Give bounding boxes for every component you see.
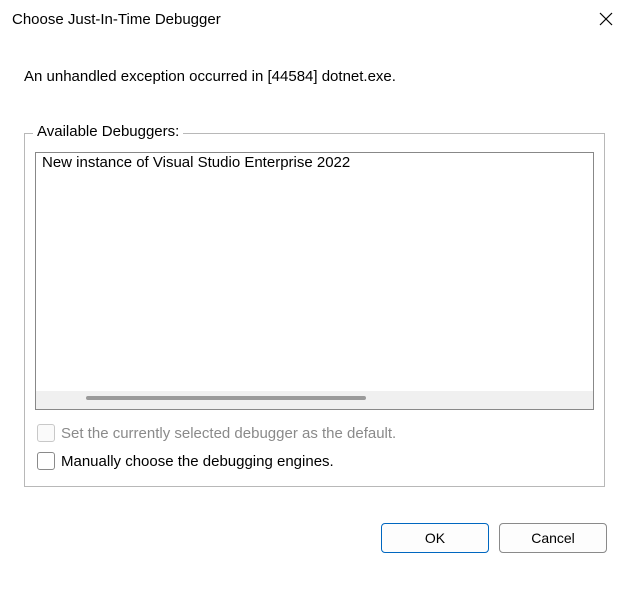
debuggers-fieldset: Available Debuggers: New instance of Vis…	[24, 133, 605, 487]
ok-button[interactable]: OK	[381, 523, 489, 553]
horizontal-scrollbar[interactable]	[36, 391, 593, 409]
manual-engines-label: Manually choose the debugging engines.	[61, 453, 334, 470]
close-button[interactable]	[583, 0, 629, 38]
list-item[interactable]: New instance of Visual Studio Enterprise…	[36, 153, 593, 172]
close-icon	[599, 12, 613, 26]
dialog-content: An unhandled exception occurred in [4458…	[0, 38, 629, 487]
titlebar: Choose Just-In-Time Debugger	[0, 0, 629, 38]
manual-engines-checkbox[interactable]	[37, 452, 55, 470]
set-default-label: Set the currently selected debugger as t…	[61, 425, 396, 442]
button-row: OK Cancel	[0, 487, 629, 553]
cancel-button[interactable]: Cancel	[499, 523, 607, 553]
manual-engines-row: Manually choose the debugging engines.	[35, 452, 594, 470]
set-default-row: Set the currently selected debugger as t…	[35, 424, 594, 442]
debuggers-label: Available Debuggers:	[33, 123, 183, 140]
scrollbar-thumb[interactable]	[86, 396, 366, 400]
exception-message: An unhandled exception occurred in [4458…	[20, 68, 609, 85]
debuggers-listbox[interactable]: New instance of Visual Studio Enterprise…	[35, 152, 594, 410]
window-title: Choose Just-In-Time Debugger	[12, 11, 221, 28]
set-default-checkbox	[37, 424, 55, 442]
